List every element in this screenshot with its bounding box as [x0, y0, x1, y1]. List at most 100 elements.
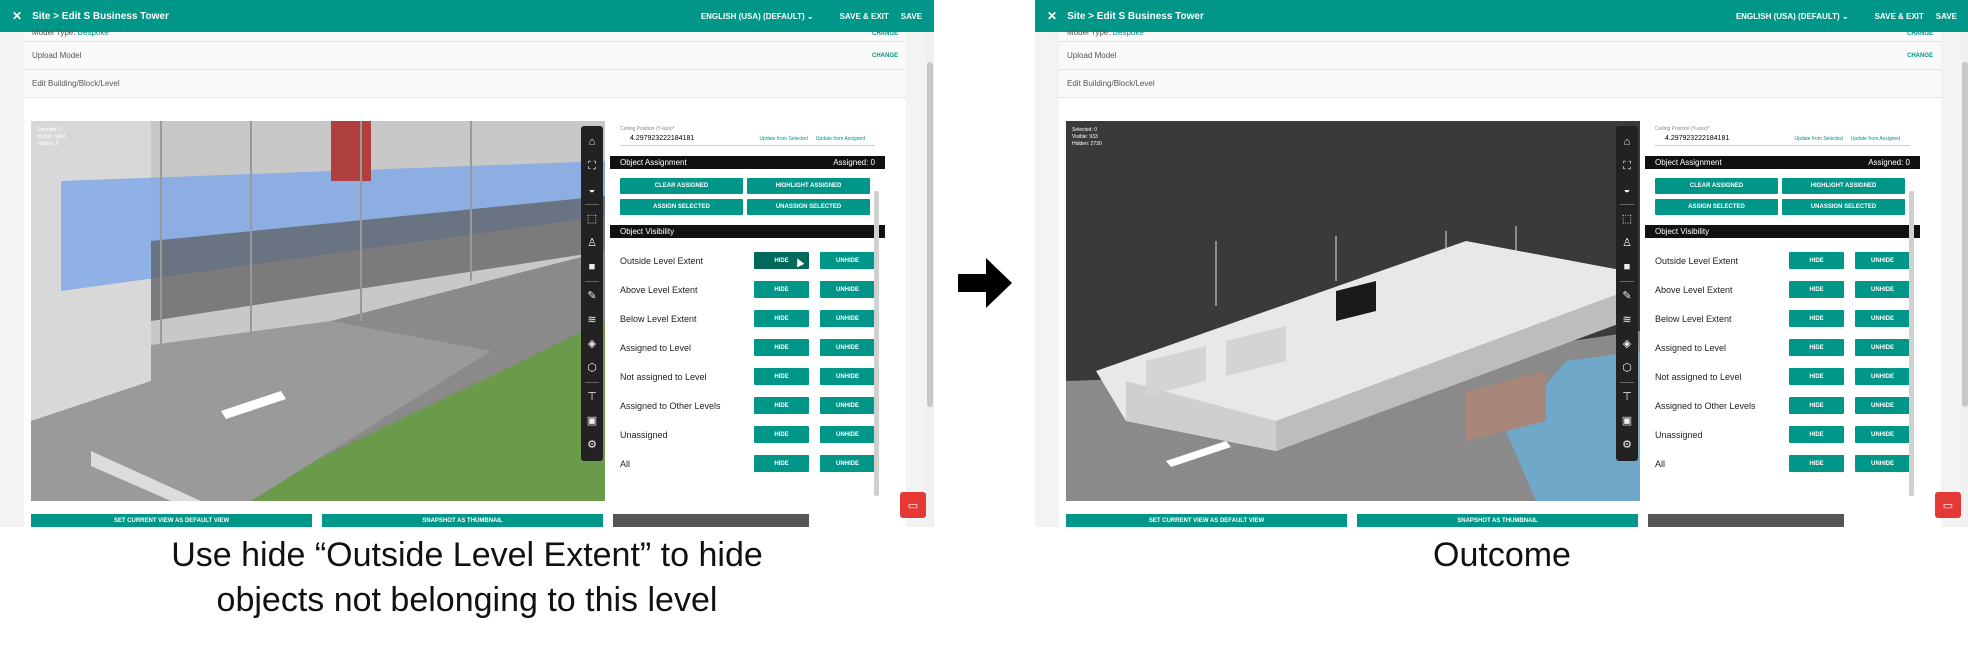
- save-exit-button[interactable]: SAVE & EXIT: [1875, 12, 1924, 21]
- camera-icon[interactable]: ■: [589, 255, 596, 279]
- camera-icon[interactable]: ■: [1624, 255, 1631, 279]
- tree-icon[interactable]: ⊤: [1622, 385, 1632, 409]
- hide-button[interactable]: HIDE: [1789, 281, 1844, 298]
- walk-icon[interactable]: ♙: [587, 231, 597, 255]
- cube-icon[interactable]: ⬡: [1622, 356, 1632, 380]
- ceiling-field[interactable]: 4.297923222184181 Update from Selected U…: [620, 132, 875, 146]
- clear-assigned-button[interactable]: CLEAR ASSIGNED: [620, 178, 743, 194]
- update-from-selected-link[interactable]: Update from Selected: [759, 136, 807, 142]
- level-model-view[interactable]: [1066, 121, 1640, 501]
- page-scrollbar[interactable]: [926, 32, 934, 527]
- unhide-button[interactable]: UNHIDE: [820, 426, 875, 443]
- save-icon[interactable]: ▣: [1622, 409, 1632, 433]
- dark-action-button[interactable]: [613, 514, 809, 527]
- chat-icon[interactable]: ▭: [900, 492, 926, 518]
- unhide-button[interactable]: UNHIDE: [1855, 368, 1910, 385]
- select-box-icon[interactable]: ⬚: [1622, 207, 1632, 231]
- pencil-icon[interactable]: ✎: [1622, 284, 1631, 308]
- update-from-assigned-link[interactable]: Update from Assigned: [1851, 136, 1900, 142]
- hide-button[interactable]: HIDE: [754, 368, 809, 385]
- tree-icon[interactable]: ⊤: [587, 385, 597, 409]
- highlight-assigned-button[interactable]: HIGHLIGHT ASSIGNED: [747, 178, 870, 194]
- dark-action-button[interactable]: [1648, 514, 1844, 527]
- unhide-button[interactable]: UNHIDE: [1855, 455, 1910, 472]
- unhide-button[interactable]: UNHIDE: [820, 281, 875, 298]
- ceiling-icon[interactable]: ◒: [589, 178, 596, 202]
- walk-icon[interactable]: ♙: [1622, 231, 1632, 255]
- select-box-icon[interactable]: ⬚: [587, 207, 597, 231]
- unassign-selected-button[interactable]: UNASSIGN SELECTED: [1782, 199, 1905, 215]
- unhide-button[interactable]: UNHIDE: [1855, 252, 1910, 269]
- fit-icon[interactable]: ⛶: [588, 154, 596, 178]
- side-scrollbar[interactable]: [874, 191, 879, 496]
- unhide-button[interactable]: UNHIDE: [820, 252, 875, 269]
- language-select[interactable]: ENGLISH (USA) (DEFAULT) ⌄: [701, 12, 814, 21]
- hide-button[interactable]: HIDE: [1789, 310, 1844, 327]
- hide-button[interactable]: HIDE: [1789, 426, 1844, 443]
- layers-icon[interactable]: ◈: [1623, 332, 1631, 356]
- ceiling-field[interactable]: 4.297923222184181 Update from Selected U…: [1655, 132, 1910, 146]
- layers-icon[interactable]: ◈: [588, 332, 596, 356]
- ceiling-icon[interactable]: ◒: [1624, 178, 1631, 202]
- settings-icon[interactable]: ⚙: [587, 433, 597, 457]
- change-model-type-link[interactable]: CHANGE: [872, 31, 898, 37]
- change-upload-model-link[interactable]: CHANGE: [1907, 53, 1933, 59]
- set-default-view-button[interactable]: SET CURRENT VIEW AS DEFAULT VIEW: [1066, 514, 1347, 527]
- update-from-assigned-link[interactable]: Update from Assigned: [816, 136, 865, 142]
- hide-button[interactable]: HIDE: [1789, 252, 1844, 269]
- close-icon[interactable]: ✕: [1047, 9, 1057, 23]
- unhide-button[interactable]: UNHIDE: [1855, 397, 1910, 414]
- unhide-button[interactable]: UNHIDE: [1855, 339, 1910, 356]
- unhide-button[interactable]: UNHIDE: [820, 339, 875, 356]
- save-button[interactable]: SAVE: [901, 12, 922, 21]
- snapshot-thumbnail-button[interactable]: SNAPSHOT AS THUMBNAIL: [1357, 514, 1638, 527]
- hide-button[interactable]: HIDE: [754, 397, 809, 414]
- side-scrollbar[interactable]: [1909, 191, 1914, 496]
- unassign-selected-button[interactable]: UNASSIGN SELECTED: [747, 199, 870, 215]
- chat-icon[interactable]: ▭: [1935, 492, 1961, 518]
- cube-icon[interactable]: ⬡: [587, 356, 597, 380]
- unhide-button[interactable]: UNHIDE: [1855, 281, 1910, 298]
- unhide-button[interactable]: UNHIDE: [1855, 426, 1910, 443]
- clear-assigned-button[interactable]: CLEAR ASSIGNED: [1655, 178, 1778, 194]
- unhide-button[interactable]: UNHIDE: [1855, 310, 1910, 327]
- fit-icon[interactable]: ⛶: [1623, 154, 1631, 178]
- save-button[interactable]: SAVE: [1936, 12, 1957, 21]
- save-icon[interactable]: ▣: [587, 409, 597, 433]
- hide-button[interactable]: HIDE: [754, 455, 809, 472]
- settings-icon[interactable]: ⚙: [1622, 433, 1632, 457]
- 3d-viewer[interactable]: Selected: 0 Visible: 933 Hidden: 2730 ⌂ …: [1066, 121, 1640, 501]
- home-icon[interactable]: ⌂: [589, 130, 596, 154]
- hide-button[interactable]: HIDE: [1789, 339, 1844, 356]
- hide-button[interactable]: HIDE: [1789, 368, 1844, 385]
- assign-selected-button[interactable]: ASSIGN SELECTED: [1655, 199, 1778, 215]
- layers-add-icon[interactable]: ≋: [1622, 308, 1631, 332]
- home-icon[interactable]: ⌂: [1624, 130, 1631, 154]
- pencil-icon[interactable]: ✎: [587, 284, 596, 308]
- hide-button[interactable]: HIDE: [754, 339, 809, 356]
- 3d-viewer[interactable]: Selected: 1 Visible: 3843 Hidden: 0 ⌂ ⛶ …: [31, 121, 605, 501]
- save-exit-button[interactable]: SAVE & EXIT: [840, 12, 889, 21]
- update-from-selected-link[interactable]: Update from Selected: [1794, 136, 1842, 142]
- hide-button[interactable]: HIDE: [754, 252, 809, 269]
- change-upload-model-link[interactable]: CHANGE: [872, 53, 898, 59]
- highlight-assigned-button[interactable]: HIGHLIGHT ASSIGNED: [1782, 178, 1905, 194]
- hide-button[interactable]: HIDE: [1789, 455, 1844, 472]
- hide-button[interactable]: HIDE: [754, 310, 809, 327]
- language-select[interactable]: ENGLISH (USA) (DEFAULT) ⌄: [1736, 12, 1849, 21]
- layers-add-icon[interactable]: ≋: [587, 308, 596, 332]
- hide-button[interactable]: HIDE: [754, 426, 809, 443]
- snapshot-thumbnail-button[interactable]: SNAPSHOT AS THUMBNAIL: [322, 514, 603, 527]
- unhide-button[interactable]: UNHIDE: [820, 368, 875, 385]
- building-model-view[interactable]: [31, 121, 605, 501]
- unhide-button[interactable]: UNHIDE: [820, 397, 875, 414]
- change-model-type-link[interactable]: CHANGE: [1907, 31, 1933, 37]
- assign-selected-button[interactable]: ASSIGN SELECTED: [620, 199, 743, 215]
- close-icon[interactable]: ✕: [12, 9, 22, 23]
- hide-button[interactable]: HIDE: [754, 281, 809, 298]
- unhide-button[interactable]: UNHIDE: [820, 310, 875, 327]
- page-scrollbar[interactable]: [1961, 32, 1968, 527]
- unhide-button[interactable]: UNHIDE: [820, 455, 875, 472]
- hide-button[interactable]: HIDE: [1789, 397, 1844, 414]
- set-default-view-button[interactable]: SET CURRENT VIEW AS DEFAULT VIEW: [31, 514, 312, 527]
